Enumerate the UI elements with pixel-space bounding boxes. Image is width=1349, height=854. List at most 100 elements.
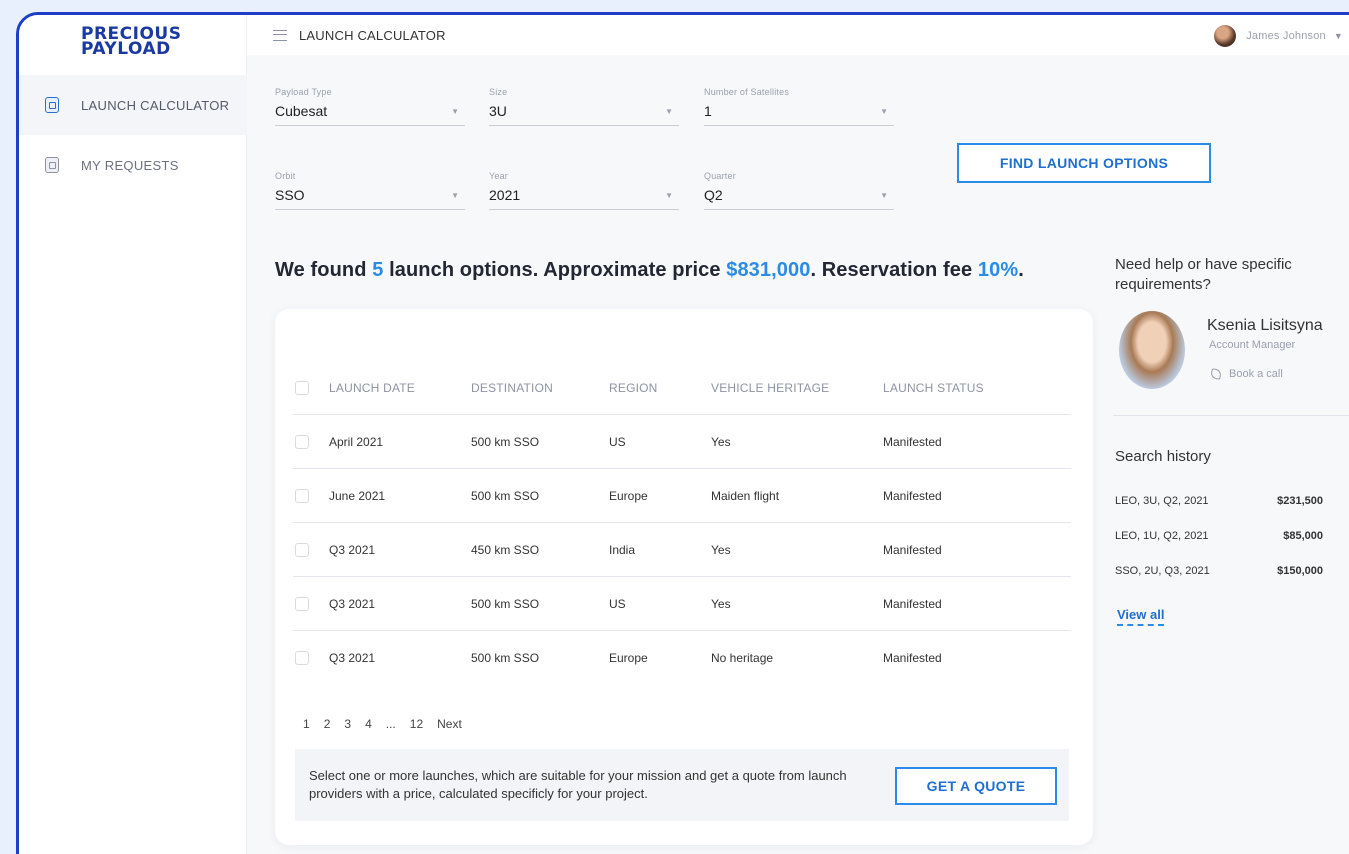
sidebar-item-label: LAUNCH CALCULATOR [81, 97, 230, 113]
row-checkbox[interactable] [295, 542, 309, 557]
region-cell: Europe [609, 651, 648, 665]
page-title: LAUNCH CALCULATOR [299, 27, 446, 43]
heritage-cell: Yes [711, 542, 731, 557]
pagination: 1 2 3 4 ... 12 Next [303, 717, 476, 731]
user-name: James Johnson [1246, 30, 1326, 42]
page-link[interactable]: 12 [410, 717, 423, 731]
column-header: LAUNCH STATUS [883, 380, 984, 395]
search-query: SSO, 2U, Q3, 2021 [1115, 565, 1210, 577]
quarter-label: Quarter [704, 171, 736, 181]
table-row[interactable]: Q3 2021 500 km SSO US Yes Manifested [293, 577, 1071, 631]
row-checkbox[interactable] [295, 651, 309, 665]
book-call-label: Book a call [1229, 368, 1283, 380]
manager-avatar [1119, 311, 1185, 389]
heritage-cell: Maiden flight [711, 488, 780, 503]
chevron-down-icon: ▼ [880, 106, 888, 116]
chevron-down-icon: ▼ [451, 190, 459, 200]
status-cell: Manifested [883, 651, 942, 665]
table-row[interactable]: Q3 2021 450 km SSO India Yes Manifested [293, 523, 1071, 577]
destination-cell: 500 km SSO [471, 651, 540, 665]
sidebar: PRECIOUS PAYLOAD LAUNCH CALCULATOR MY RE… [19, 15, 247, 854]
quarter-value: Q2 [704, 187, 723, 203]
status-cell: Manifested [883, 488, 942, 503]
phone-icon [1210, 368, 1222, 380]
region-cell: US [609, 596, 626, 611]
region-cell: Europe [609, 488, 648, 503]
status-cell: Manifested [883, 596, 942, 611]
row-checkbox[interactable] [295, 434, 309, 449]
quarter-select[interactable]: Quarter Q2 ▼ [704, 171, 894, 210]
summary-text: . [1018, 259, 1024, 281]
size-value: 3U [489, 103, 507, 119]
user-menu[interactable]: James Johnson ▼ [1214, 25, 1343, 47]
status-cell: Manifested [883, 434, 942, 449]
manager-name: Ksenia Lisitsyna [1207, 317, 1323, 334]
sidebar-item-label: MY REQUESTS [81, 157, 179, 173]
launch-date-cell: Q3 2021 [329, 542, 376, 557]
approx-price: $831,000 [726, 259, 811, 281]
table-row[interactable]: Q3 2021 500 km SSO Europe No heritage Ma… [293, 631, 1071, 685]
result-count: 5 [372, 259, 384, 281]
select-all-checkbox[interactable] [295, 380, 309, 395]
row-checkbox[interactable] [295, 596, 309, 611]
page-link[interactable]: 4 [365, 717, 372, 731]
satellites-value: 1 [704, 103, 712, 119]
menu-icon[interactable] [273, 29, 287, 41]
logo-line2: PAYLOAD [81, 39, 171, 59]
chevron-down-icon: ▼ [880, 190, 888, 200]
page-ellipsis: ... [385, 717, 396, 731]
destination-cell: 500 km SSO [471, 488, 540, 503]
avatar [1214, 25, 1237, 47]
status-cell: Manifested [883, 542, 942, 557]
orbit-select[interactable]: Orbit SSO ▼ [275, 171, 465, 210]
heritage-cell: No heritage [711, 651, 774, 665]
requests-doc-icon [45, 157, 59, 173]
results-card: LAUNCH DATE DESTINATION REGION VEHICLE H… [275, 309, 1093, 845]
launch-date-cell: April 2021 [329, 434, 384, 449]
reservation-fee: 10% [977, 259, 1019, 281]
destination-cell: 500 km SSO [471, 434, 540, 449]
chevron-down-icon: ▼ [665, 106, 673, 116]
chevron-down-icon: ▼ [451, 106, 459, 116]
results-summary: We found 5 launch options. Approximate p… [275, 259, 1024, 282]
row-checkbox[interactable] [295, 488, 309, 503]
summary-text: launch options. Approximate price [383, 259, 727, 281]
topbar: LAUNCH CALCULATOR James Johnson ▼ [247, 15, 1349, 55]
column-header: VEHICLE HERITAGE [711, 380, 830, 395]
search-history-item[interactable]: SSO, 2U, Q3, 2021 $150,000 [1115, 565, 1323, 577]
manager-role: Account Manager [1209, 339, 1296, 351]
next-page-link[interactable]: Next [437, 717, 462, 731]
search-history-item[interactable]: LEO, 3U, Q2, 2021 $231,500 [1115, 495, 1323, 507]
payload-type-select[interactable]: Payload Type Cubesat ▼ [275, 87, 465, 126]
get-a-quote-button[interactable]: GET A QUOTE [895, 767, 1057, 805]
year-select[interactable]: Year 2021 ▼ [489, 171, 679, 210]
payload-type-label: Payload Type [275, 87, 332, 97]
calculator-doc-icon [45, 97, 59, 113]
chevron-down-icon: ▼ [665, 190, 673, 200]
table-row[interactable]: April 2021 500 km SSO US Yes Manifested [293, 415, 1071, 469]
page-link[interactable]: 3 [344, 717, 351, 731]
quote-panel: Select one or more launches, which are s… [295, 749, 1069, 821]
search-history-title: Search history [1115, 448, 1211, 465]
sidebar-item-launch-calculator[interactable]: LAUNCH CALCULATOR [19, 75, 247, 135]
summary-text: We found [275, 259, 373, 281]
size-select[interactable]: Size 3U ▼ [489, 87, 679, 126]
page-link[interactable]: 1 [303, 717, 310, 731]
table-row[interactable]: June 2021 500 km SSO Europe Maiden fligh… [293, 469, 1071, 523]
table-header: LAUNCH DATE DESTINATION REGION VEHICLE H… [293, 361, 1071, 415]
search-history-item[interactable]: LEO, 1U, Q2, 2021 $85,000 [1115, 530, 1323, 542]
destination-cell: 500 km SSO [471, 596, 540, 611]
heritage-cell: Yes [711, 434, 731, 449]
search-query: LEO, 3U, Q2, 2021 [1115, 495, 1209, 507]
quote-description: Select one or more launches, which are s… [309, 768, 847, 801]
book-call-link[interactable]: Book a call [1210, 368, 1283, 380]
app-window: PRECIOUS PAYLOAD LAUNCH CALCULATOR MY RE… [16, 12, 1349, 854]
search-query: LEO, 1U, Q2, 2021 [1115, 530, 1209, 542]
search-price: $231,500 [1277, 495, 1323, 507]
page-link[interactable]: 2 [324, 717, 331, 731]
find-launch-options-button[interactable]: FIND LAUNCH OPTIONS [957, 143, 1211, 183]
satellites-select[interactable]: Number of Satellites 1 ▼ [704, 87, 894, 126]
size-label: Size [489, 87, 508, 97]
sidebar-item-my-requests[interactable]: MY REQUESTS [19, 135, 247, 195]
view-all-link[interactable]: View all [1117, 607, 1165, 626]
